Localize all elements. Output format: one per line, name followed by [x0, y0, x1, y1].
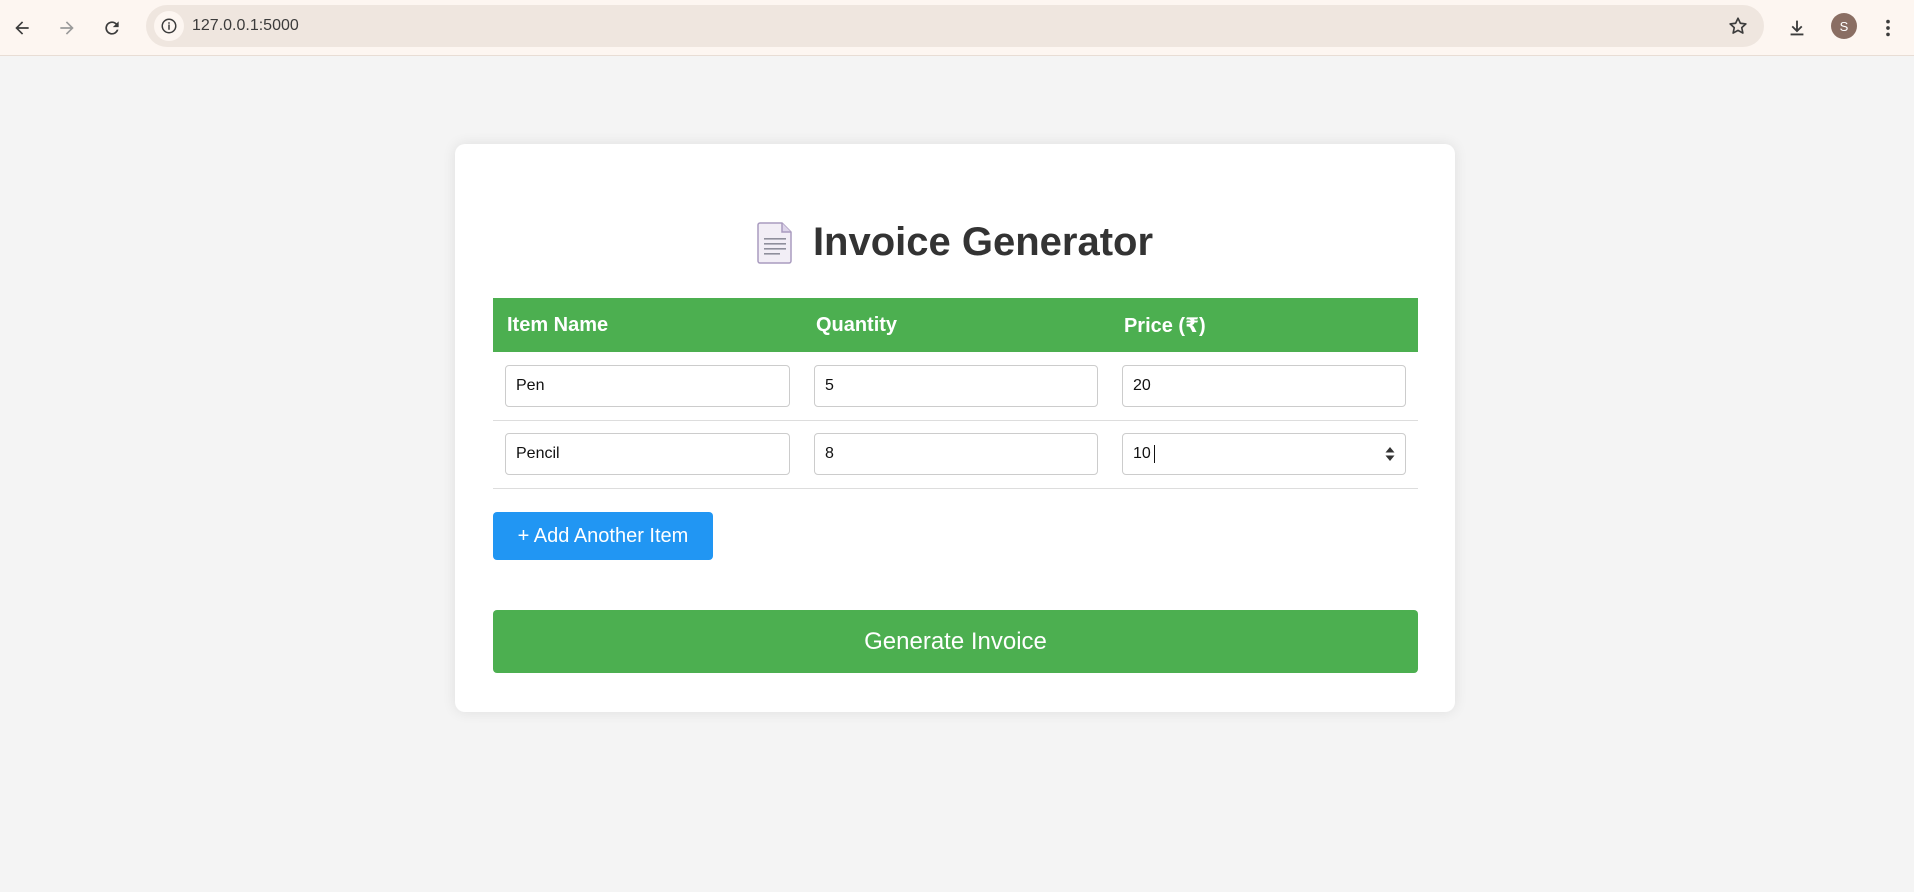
- quantity-input[interactable]: [813, 433, 1098, 475]
- add-item-button[interactable]: + Add Another Item: [493, 512, 713, 560]
- back-button[interactable]: [4, 10, 40, 46]
- url-text[interactable]: 127.0.0.1:5000: [192, 17, 299, 35]
- info-icon: [161, 18, 177, 34]
- column-header-item-name: Item Name: [493, 298, 802, 352]
- bookmark-button[interactable]: [1726, 14, 1750, 38]
- reload-icon: [105, 21, 119, 35]
- title-row: Invoice Generator: [455, 212, 1455, 272]
- price-input[interactable]: [1121, 364, 1406, 407]
- number-spinner-icon[interactable]: [1384, 446, 1396, 462]
- item-name-input[interactable]: [505, 433, 790, 475]
- document-icon: [757, 222, 792, 264]
- generate-invoice-button[interactable]: Generate Invoice: [493, 610, 1418, 673]
- items-table: Item Name Quantity Price (₹): [493, 298, 1418, 489]
- arrow-right-icon: [60, 21, 74, 35]
- table-cell: [801, 420, 1110, 489]
- star-icon: [1729, 17, 1747, 34]
- table-cell: [1109, 352, 1418, 421]
- more-vertical-icon: [1886, 19, 1890, 37]
- table-cell: [493, 420, 802, 489]
- price-input-wrapper: [1121, 433, 1406, 475]
- invoice-card: Invoice Generator Item Name Quantity Pri…: [455, 144, 1455, 712]
- browser-toolbar: 127.0.0.1:5000 S: [0, 0, 1914, 56]
- reload-button[interactable]: [94, 10, 130, 46]
- quantity-input[interactable]: [813, 364, 1098, 407]
- table-cell: [801, 352, 1110, 421]
- table-header-row: Item Name Quantity Price (₹): [493, 298, 1418, 352]
- arrow-left-icon: [15, 21, 29, 35]
- column-header-price: Price (₹): [1109, 298, 1418, 352]
- price-input[interactable]: [1121, 433, 1406, 475]
- browser-menu-button[interactable]: [1870, 10, 1906, 46]
- forward-button[interactable]: [49, 10, 85, 46]
- page-title: Invoice Generator: [812, 219, 1154, 264]
- table-cell: [493, 352, 802, 421]
- table-row: [493, 420, 1418, 489]
- downloads-button[interactable]: [1779, 10, 1815, 46]
- download-icon: [1790, 20, 1804, 36]
- item-name-input[interactable]: [505, 364, 790, 407]
- table-row: [493, 352, 1418, 421]
- table-cell: [1109, 420, 1418, 489]
- text-caret: [1153, 445, 1155, 463]
- site-info-button[interactable]: [154, 11, 184, 41]
- address-bar[interactable]: 127.0.0.1:5000: [146, 5, 1764, 47]
- column-header-quantity: Quantity: [801, 298, 1110, 352]
- profile-avatar[interactable]: S: [1831, 13, 1857, 39]
